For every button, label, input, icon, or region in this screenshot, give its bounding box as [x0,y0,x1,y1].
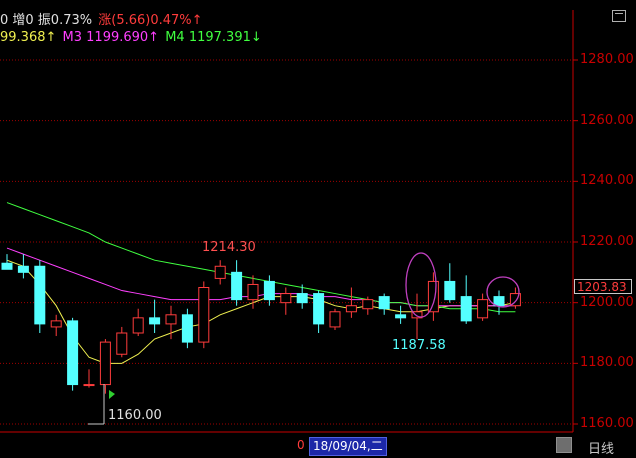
candle-body [116,332,128,355]
candle-body [149,317,161,325]
candle-body [444,280,456,301]
price-axis-label: 1280.00 [580,52,634,67]
candle [214,260,226,285]
hdr2-item: M4 1197.391↓ [165,30,262,45]
candle [280,287,292,315]
candle-body [263,280,275,301]
candle [181,308,193,349]
candle [34,260,46,333]
candle-body [83,384,95,387]
scroll-button[interactable] [556,437,572,453]
price-axis-label: 1260.00 [580,112,634,128]
candle-body [395,314,407,319]
candle [50,314,62,337]
candle-body [214,265,226,279]
candle [313,290,325,333]
price-axis-label: 1160.00 [580,416,634,431]
candle [17,254,29,279]
high-price-label: 1214.30 [202,240,256,255]
candle-body [296,293,308,304]
candle [378,293,390,315]
candle-body [362,299,374,310]
candle [329,308,341,330]
hdr1-item: 涨(5.66)0.47%↑ [98,13,203,28]
candle-body [67,320,79,386]
candlestick-chart [0,10,578,433]
candle-body [165,314,177,325]
candle [132,308,144,337]
candle-body [493,296,505,307]
moving-average-line [6,247,516,307]
candle [477,293,489,321]
candle [67,317,79,391]
candle-body [247,283,259,301]
price-axis-label: 1220.00 [580,234,634,249]
mid-low-price-label: 1187.58 [392,338,446,353]
candle [395,305,407,324]
candle-body [99,341,111,386]
candle-body [329,311,341,328]
candle [460,275,472,324]
candle [231,260,243,306]
buy-arrow-icon [109,390,115,399]
date-indicator: 18/09/04,二 [309,437,387,456]
candle-body [280,293,292,304]
candle-body [313,293,325,325]
minimize-icon[interactable] [612,10,626,22]
candle [444,263,456,303]
candle-body [17,265,29,273]
hdr2-item: M3 1199.690↑ [62,30,160,45]
price-axis-label: 1240.00 [580,173,634,189]
candle [83,369,95,388]
hdr2-item: 99.368↑ [0,30,57,45]
candle-body [50,320,62,328]
candle-body [345,305,357,313]
candle-body [378,296,390,310]
header-line-1: 0 增0 振0.73% 涨(5.66)0.47%↑ [0,9,205,28]
candle-body [1,262,13,270]
candle-body [231,271,243,301]
candle [427,272,439,321]
candle-body [34,265,46,325]
candle [362,296,374,315]
footer-zero: 0 [297,438,305,452]
price-axis-label: 1200.00 [580,294,634,310]
candle [198,281,210,349]
candle-body [427,280,439,313]
candle [99,339,111,394]
price-axis-label: 1180.00 [580,355,634,371]
candle-body [132,317,144,334]
low-price-label: 1160.00 [108,408,162,423]
candle-body [181,314,193,343]
candle-body [477,299,489,319]
candle [263,275,275,306]
candle-body [198,287,210,343]
candle-body [460,296,472,322]
hdr1-item: 0 增0 振0.73% [0,13,93,28]
header-line-2: 99.368↑ M3 1199.690↑ M4 1197.391↓ [0,30,264,45]
candle [116,326,128,358]
candle [149,299,161,333]
last-price-tag: 1203.83 [574,279,632,294]
period-selector[interactable]: 日线 [588,438,614,457]
